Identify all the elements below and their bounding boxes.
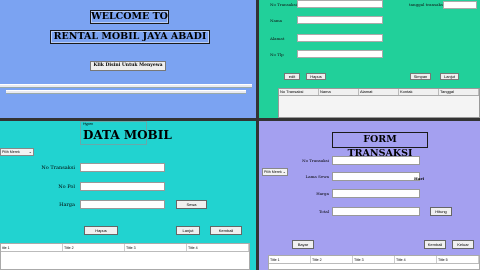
column-header[interactable]: Title 1 xyxy=(269,256,311,263)
hapus-button[interactable]: Hapus xyxy=(306,73,326,80)
column-header[interactable]: Nama xyxy=(319,89,359,95)
table-header: Title 1 Title 2 Title 3 Title 4 Title 5 xyxy=(269,256,479,264)
form-transaksi-window: FORM TRANSAKSI Pilih Merek ⌄ No Transaks… xyxy=(259,121,480,270)
no-tlp-field[interactable] xyxy=(297,50,383,58)
transaksi-table[interactable]: No Transaksi Nama Alamat Kontak Tanggal xyxy=(278,88,480,118)
column-header[interactable]: Title 3 xyxy=(353,256,395,263)
welcome-title: WELCOME TO xyxy=(90,10,169,24)
alamat-field[interactable] xyxy=(297,34,383,42)
field-label: No Transaksi xyxy=(302,158,329,163)
column-header[interactable]: Tanggal xyxy=(439,89,479,95)
merek-combo[interactable]: Pilih Merek ⌄ xyxy=(0,148,34,156)
field-label: Nama xyxy=(270,18,283,23)
total-field[interactable] xyxy=(332,207,420,216)
kembali-button[interactable]: Kembali xyxy=(210,226,242,235)
no-transaksi-field[interactable] xyxy=(332,156,420,165)
table-header: itle 1 Title 2 Title 3 Title 4 xyxy=(1,244,249,252)
column-header[interactable]: Title 2 xyxy=(311,256,353,263)
page-title: FORM TRANSAKSI xyxy=(332,132,428,159)
field-label: No Transaksi xyxy=(270,2,297,7)
field-label: No Pol xyxy=(58,184,75,190)
lanjut-button[interactable]: Lanjut xyxy=(440,73,459,80)
field-label: Alamat xyxy=(270,36,285,41)
keluar-button[interactable]: Keluar xyxy=(452,240,474,249)
field-label: Total xyxy=(318,209,329,214)
nama-field[interactable] xyxy=(297,16,383,24)
hari-suffix: Hari xyxy=(414,176,424,181)
harga-field[interactable] xyxy=(80,200,165,209)
hitung-button[interactable]: Hitung xyxy=(430,207,452,216)
column-header[interactable]: Title 4 xyxy=(395,256,437,263)
no-pol-field[interactable] xyxy=(80,182,165,191)
column-header[interactable]: Title 3 xyxy=(125,244,187,251)
kembali-button[interactable]: Kembali xyxy=(424,240,446,249)
transaksi-table[interactable]: Title 1 Title 2 Title 3 Title 4 Title 5 xyxy=(268,255,480,270)
enter-button[interactable]: Klik Disini Untuk Menyewa xyxy=(90,61,166,71)
frame-label: Hypen xyxy=(83,122,94,126)
page-title: DATA MOBIL xyxy=(83,128,172,142)
company-title: RENTAL MOBIL JAYA ABADI xyxy=(50,30,210,44)
divider xyxy=(0,84,252,88)
edit-button[interactable]: edit xyxy=(284,73,300,80)
lanjut-button[interactable]: Lanjut xyxy=(176,226,200,235)
column-header[interactable]: Title 5 xyxy=(437,256,479,263)
field-label: No Transaksi xyxy=(41,165,75,171)
tanggal-label: tanggal transaksi xyxy=(409,2,445,7)
no-transaksi-field[interactable] xyxy=(297,0,383,8)
column-header[interactable]: Kontak xyxy=(399,89,439,95)
simpan-button[interactable]: Simpan xyxy=(410,73,431,80)
column-header[interactable]: itle 1 xyxy=(1,244,63,251)
column-header[interactable]: No Transaksi xyxy=(279,89,319,95)
data-mobil-window: Hypen DATA MOBIL Pilih Merek ⌄ No Transa… xyxy=(0,121,256,270)
mobil-table[interactable]: itle 1 Title 2 Title 3 Title 4 xyxy=(0,243,250,270)
column-header[interactable]: Title 4 xyxy=(187,244,249,251)
field-label: Lama Sewa xyxy=(305,174,329,179)
combo-value: Pilih Merek xyxy=(2,150,20,154)
bayar-button[interactable]: Bayar xyxy=(292,240,314,249)
harga-field[interactable] xyxy=(332,189,420,198)
field-label: Harga xyxy=(59,202,75,208)
column-header[interactable]: Alamat xyxy=(359,89,399,95)
divider xyxy=(6,90,246,94)
welcome-window: WELCOME TO RENTAL MOBIL JAYA ABADI Klik … xyxy=(0,0,256,118)
sewa-button[interactable]: Sewa xyxy=(176,200,207,209)
hapus-button[interactable]: Hapus xyxy=(84,226,118,235)
chevron-down-icon[interactable]: ⌄ xyxy=(29,149,32,155)
transaksi-window: No Transaksi Nama Alamat No Tlp tanggal … xyxy=(259,0,480,118)
no-transaksi-field[interactable] xyxy=(80,163,165,172)
tanggal-field[interactable] xyxy=(443,1,477,9)
table-header: No Transaksi Nama Alamat Kontak Tanggal xyxy=(279,89,479,96)
column-header[interactable]: Title 2 xyxy=(63,244,125,251)
field-label: No Tlp xyxy=(270,52,284,57)
field-label: Harga xyxy=(316,191,329,196)
